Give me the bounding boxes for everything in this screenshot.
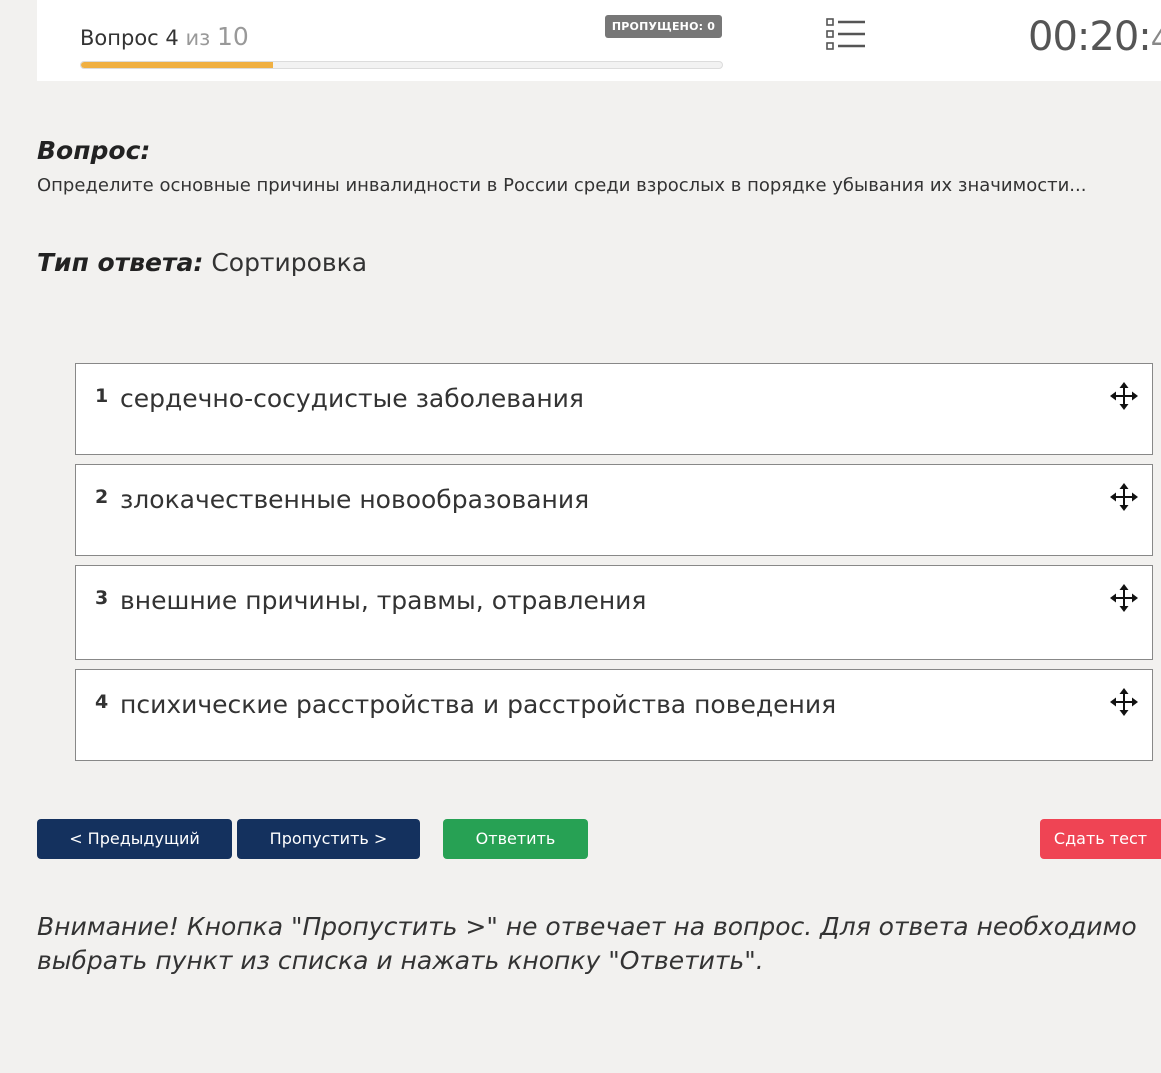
answer-type-label: Тип ответа: xyxy=(37,248,204,277)
question-counter: Вопрос 4 из 10 xyxy=(80,22,249,51)
progress-bar-fill xyxy=(81,62,274,68)
sort-item-number: 2 xyxy=(95,486,109,508)
header-bar: Вопрос 4 из 10 ПРОПУЩЕНО: 0 00:20:49 xyxy=(37,0,1161,81)
sort-item-text: злокачественные новообразования xyxy=(120,485,590,514)
move-handle-icon[interactable] xyxy=(1110,584,1138,612)
total-questions: 10 xyxy=(216,22,249,51)
sort-item-4[interactable]: 4 психические расстройства и расстройств… xyxy=(75,669,1153,761)
timer-main: 00:20: xyxy=(1028,14,1152,60)
move-handle-icon[interactable] xyxy=(1110,688,1138,716)
progress-bar xyxy=(80,61,723,69)
answer-button[interactable]: Ответить xyxy=(443,819,588,859)
timer-seconds: 49 xyxy=(1150,23,1161,58)
answer-type: Тип ответа: Сортировка xyxy=(37,248,367,277)
move-handle-icon[interactable] xyxy=(1110,382,1138,410)
list-icon[interactable] xyxy=(826,17,866,53)
sort-item-number: 4 xyxy=(95,691,109,713)
submit-test-button[interactable]: Сдать тест xyxy=(1040,819,1161,859)
sort-item-1[interactable]: 1 сердечно-сосудистые заболевания xyxy=(75,363,1153,455)
sort-item-text: внешние причины, травмы, отравления xyxy=(120,586,647,615)
of-word: из xyxy=(185,26,211,50)
sort-item-text: психические расстройства и расстройства … xyxy=(120,690,837,719)
question-text: Определите основные причины инвалидности… xyxy=(37,175,1087,196)
sort-item-number: 3 xyxy=(95,587,109,609)
skipped-count-badge: ПРОПУЩЕНО: 0 xyxy=(605,15,722,38)
skip-button[interactable]: Пропустить > xyxy=(237,819,420,859)
question-heading: Вопрос: xyxy=(37,136,151,165)
question-word: Вопрос xyxy=(80,26,159,50)
sort-item-3[interactable]: 3 внешние причины, травмы, отравления xyxy=(75,565,1153,660)
previous-button[interactable]: < Предыдущий xyxy=(37,819,232,859)
move-handle-icon[interactable] xyxy=(1110,483,1138,511)
answer-type-value: Сортировка xyxy=(211,248,368,277)
sort-item-text: сердечно-сосудистые заболевания xyxy=(120,384,584,413)
sort-item-2[interactable]: 2 злокачественные новообразования xyxy=(75,464,1153,556)
skip-warning-note: Внимание! Кнопка "Пропустить >" не отвеч… xyxy=(37,912,1137,975)
timer: 00:20:49 xyxy=(1028,14,1161,60)
current-question-number: 4 xyxy=(165,26,179,50)
sort-item-number: 1 xyxy=(95,385,109,407)
